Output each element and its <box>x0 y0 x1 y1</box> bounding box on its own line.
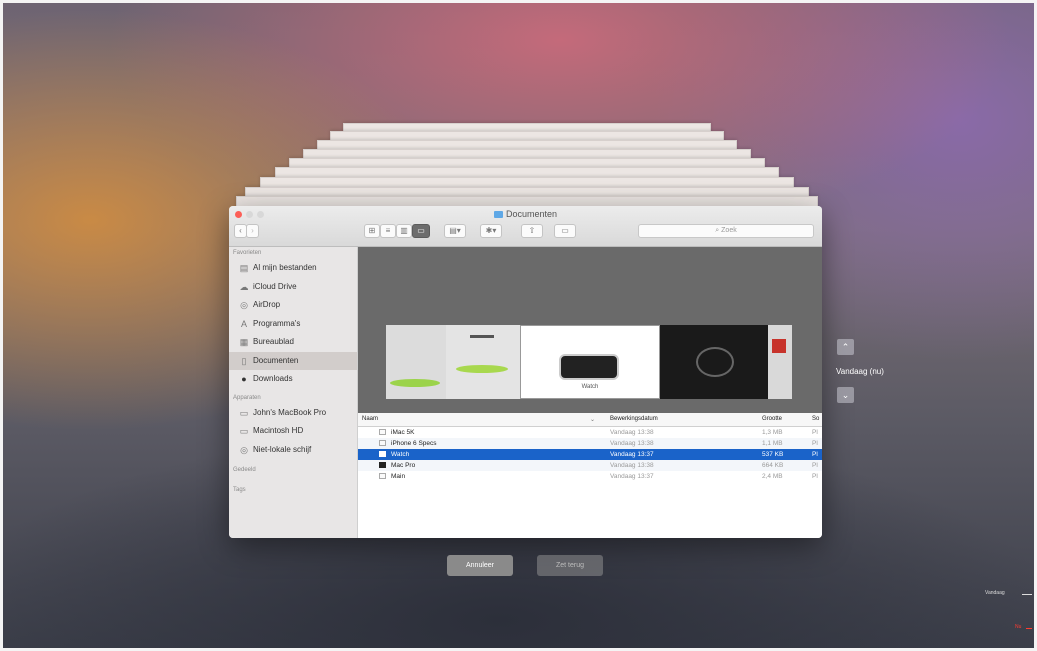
gear-icon: ✱▾ <box>485 226 497 235</box>
finder-window: Documenten ‹ › ⊞ ≡ ▥ ▭ ▤▾ ✱▾ ⇧ ▭ ⌕ Zoek … <box>229 206 822 538</box>
timeline-tick <box>1022 594 1032 595</box>
column-kind[interactable]: So <box>812 416 819 422</box>
arrange-button[interactable]: ▤▾ <box>444 224 466 238</box>
restore-button[interactable]: Zet terug <box>537 555 603 576</box>
table-row[interactable]: Mac Pro Vandaag 13:38 664 KB Pl <box>358 460 822 471</box>
timeline-up-button[interactable]: ⌃ <box>837 339 854 355</box>
sidebar-item-icloud-drive[interactable]: ☁ iCloud Drive <box>229 278 357 297</box>
desktop-icon: ▦ <box>239 337 249 347</box>
harddisk-icon: ▭ <box>239 426 249 436</box>
cloud-icon: ☁ <box>239 281 249 292</box>
airdrop-icon: ◎ <box>240 300 248 310</box>
chevron-right-icon: › <box>251 226 254 235</box>
documents-icon: ▯ <box>241 355 247 366</box>
sort-indicator-icon: ⌄ <box>590 417 596 423</box>
file-icon <box>379 462 386 468</box>
file-icon <box>379 440 386 446</box>
table-row-selected[interactable]: Watch Vandaag 13:37 537 KB Pl <box>358 449 822 460</box>
action-button[interactable]: ✱▾ <box>480 224 502 238</box>
column-date[interactable]: Bewerkingsdatum <box>610 416 658 422</box>
list-view-icon: ≡ <box>385 226 391 235</box>
share-icon: ⇧ <box>528 226 536 235</box>
file-list: iMac 5K Vandaag 13:38 1,3 MB Pl iPhone 6… <box>358 427 822 538</box>
icon-view-icon: ⊞ <box>368 226 376 235</box>
watch-image <box>559 354 619 380</box>
tag-button[interactable]: ▭ <box>554 224 576 238</box>
timeline-now-label: Nu <box>1015 624 1022 630</box>
column-name[interactable]: Naam <box>362 416 378 422</box>
sidebar-heading-shared: Gedeeld <box>233 467 256 473</box>
sidebar-item-macbook[interactable]: ▭ John's MacBook Pro <box>229 404 357 423</box>
sidebar-item-applications[interactable]: A Programma's <box>229 315 357 334</box>
file-icon <box>379 429 386 435</box>
cancel-button[interactable]: Annuleer <box>447 555 513 576</box>
timeline-current-label: Vandaag (nu) <box>836 367 884 376</box>
title-bar: Documenten ‹ › ⊞ ≡ ▥ ▭ ▤▾ ✱▾ ⇧ ▭ ⌕ Zoek <box>229 206 822 247</box>
timeline-now-tick <box>1026 628 1032 629</box>
disc-icon: ◎ <box>240 444 248 455</box>
table-row[interactable]: iPhone 6 Specs Vandaag 13:38 1,1 MB Pl <box>358 438 822 449</box>
search-input[interactable]: ⌕ Zoek <box>638 224 814 238</box>
share-button[interactable]: ⇧ <box>521 224 543 238</box>
chevron-up-icon: ⌃ <box>841 342 850 352</box>
forward-button[interactable]: › <box>246 224 259 238</box>
laptop-icon: ▭ <box>239 407 249 418</box>
list-view-button[interactable]: ≡ <box>380 224 396 238</box>
cover-flow-icon: ▭ <box>417 226 425 235</box>
sidebar-item-downloads[interactable]: ● Downloads <box>229 370 357 389</box>
arrange-icon: ▤▾ <box>449 226 461 235</box>
sidebar-item-all-files[interactable]: ▤ Al mijn bestanden <box>229 259 357 278</box>
cover-item-mac-pro[interactable] <box>660 325 768 399</box>
folder-icon <box>493 211 503 218</box>
download-icon: ● <box>241 374 247 384</box>
cover-flow-button[interactable]: ▭ <box>412 224 430 238</box>
applications-icon: A <box>240 318 247 329</box>
sidebar-item-desktop[interactable]: ▦ Bureaublad <box>229 333 357 352</box>
all-files-icon: ▤ <box>239 263 249 273</box>
sidebar-item-remote-disc[interactable]: ◎ Niet-lokale schijf <box>229 441 357 460</box>
cover-item-imac[interactable] <box>386 325 446 399</box>
column-view-icon: ▥ <box>400 226 408 235</box>
chevron-left-icon: ‹ <box>239 226 242 235</box>
file-icon <box>379 473 386 479</box>
sidebar-heading-tags: Tags <box>233 487 246 493</box>
sidebar-heading-favorites: Favorieten <box>233 250 262 256</box>
sidebar-item-macintosh-hd[interactable]: ▭ Macintosh HD <box>229 422 357 441</box>
cover-item-watch[interactable]: Watch <box>520 325 660 399</box>
list-column-header: Naam ⌄ Bewerkingsdatum Grootte So <box>358 413 822 427</box>
cover-flow-preview: Watch <box>358 247 822 413</box>
chevron-down-icon: ⌄ <box>841 390 850 400</box>
column-size[interactable]: Grootte <box>762 416 782 422</box>
timeline-down-button[interactable]: ⌄ <box>837 387 854 403</box>
table-row[interactable]: iMac 5K Vandaag 13:38 1,3 MB Pl <box>358 427 822 438</box>
sidebar: Favorieten ▤ Al mijn bestanden ☁ iCloud Dr… <box>229 247 358 538</box>
icon-view-button[interactable]: ⊞ <box>364 224 380 238</box>
column-view-button[interactable]: ▥ <box>396 224 412 238</box>
cover-item-main[interactable] <box>768 325 792 399</box>
sidebar-heading-devices: Apparaten <box>233 394 261 401</box>
sidebar-item-documents[interactable]: ▯ Documenten <box>229 351 357 370</box>
table-row[interactable]: Main Vandaag 13:37 2,4 MB Pl <box>358 471 822 482</box>
timeline-today-label: Vandaag <box>985 590 1005 596</box>
tag-icon: ▭ <box>561 226 569 235</box>
cover-item-iphone[interactable] <box>446 325 520 399</box>
sidebar-item-airdrop[interactable]: ◎ AirDrop <box>229 296 357 315</box>
file-icon <box>379 451 386 457</box>
watch-caption: Watch <box>581 384 599 390</box>
window-title: Documenten <box>229 209 822 219</box>
search-icon: ⌕ <box>715 227 720 234</box>
